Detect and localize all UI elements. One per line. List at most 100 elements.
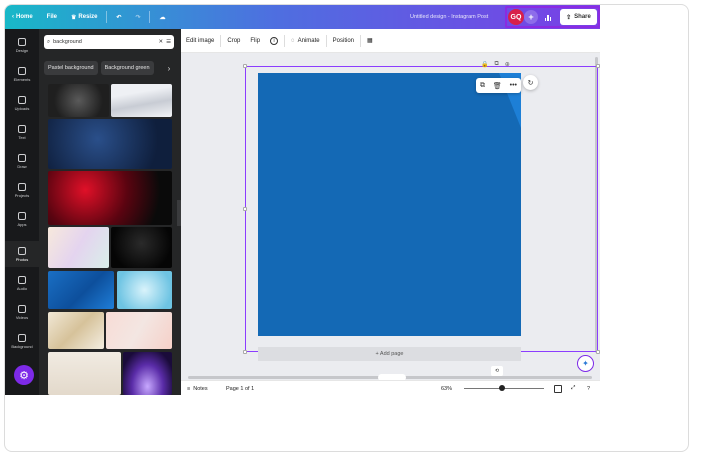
resize-button[interactable]: ♛ Resize [64, 5, 104, 29]
rail-item-photos[interactable]: Photos [5, 241, 39, 267]
chevron-right-icon[interactable]: › [163, 61, 175, 75]
resize-handle[interactable] [243, 350, 247, 354]
divider [149, 11, 151, 23]
photo-thumbnail[interactable] [111, 227, 172, 268]
filter-icon[interactable]: ☰ [166, 39, 171, 45]
position-button[interactable]: Position [328, 29, 359, 53]
photo-thumbnail[interactable] [111, 84, 172, 117]
divider [106, 11, 108, 23]
transparency-button[interactable]: ▦ [362, 29, 378, 53]
highlight-outline [505, 6, 600, 28]
home-button[interactable]: ‹ Home [5, 5, 40, 29]
comment-button[interactable]: ↻ [523, 75, 538, 90]
resize-handle[interactable] [596, 64, 600, 68]
photo-thumbnail[interactable] [48, 271, 114, 309]
clear-icon[interactable]: ✕ [158, 39, 163, 45]
divider [360, 34, 361, 47]
trash-icon[interactable]: 🗑 [493, 82, 502, 90]
rail-item-text[interactable]: Text [5, 119, 39, 145]
rotate-icon: ⟲ [494, 368, 500, 374]
notes-icon: ≡ [187, 385, 191, 392]
suggestion-chips: Pastel background Background green [44, 61, 154, 75]
animate-button[interactable]: ◌ Animate [286, 29, 325, 53]
help-button[interactable]: ? [587, 381, 590, 395]
undo-button[interactable]: ↶ [109, 5, 128, 29]
crop-button[interactable]: Crop [222, 29, 245, 53]
fullscreen-button[interactable]: ⤢ [571, 381, 575, 395]
magic-button[interactable]: ⚙ [14, 365, 34, 385]
divider [284, 34, 286, 47]
element-context-menu: ⧉ 🗑 ••• [476, 78, 521, 93]
animate-icon: ◌ [291, 37, 295, 44]
cloud-save-status[interactable]: ☁ [152, 5, 172, 29]
rotate-handle[interactable]: ⟲ [491, 366, 503, 376]
folder-icon [18, 182, 26, 191]
photo-thumbnail[interactable] [48, 84, 109, 117]
duplicate-page-icon[interactable]: ⧉ [494, 61, 498, 68]
text-icon [18, 124, 26, 133]
info-button[interactable]: i [265, 29, 283, 53]
help-icon: ? [587, 385, 591, 392]
design-icon [18, 37, 26, 46]
canva-editor: ‹ Home File ♛ Resize ↶ ↷ ☁ Untitled desi… [5, 5, 600, 395]
photo-thumbnail[interactable] [48, 227, 109, 268]
redo-icon: ↷ [135, 14, 141, 21]
photo-thumbnail[interactable] [48, 171, 172, 225]
rail-item-videos[interactable]: Videos [5, 299, 39, 325]
resize-handle[interactable] [243, 207, 247, 211]
more-icon[interactable]: ••• [510, 82, 517, 89]
add-page-icon[interactable]: ⊕ [505, 61, 510, 68]
zoom-slider-thumb[interactable] [499, 385, 505, 391]
rail-item-design[interactable]: Design [5, 32, 39, 58]
crown-icon: ♛ [71, 14, 77, 21]
page-view-button[interactable] [554, 381, 562, 395]
rail-item-apps[interactable]: Apps [5, 206, 39, 232]
photo-thumbnail[interactable] [48, 312, 104, 349]
draw-icon [18, 153, 26, 162]
photo-thumbnail[interactable] [117, 271, 172, 309]
undo-icon: ↶ [116, 14, 122, 21]
redo-button[interactable]: ↷ [128, 5, 147, 29]
left-rail: Design Elements Uploads Text Draw Projec… [5, 29, 39, 395]
cloud-check-icon: ☁ [159, 14, 166, 21]
chip-background-green[interactable]: Background green [100, 61, 154, 75]
elements-icon [18, 66, 26, 75]
upload-icon [18, 95, 26, 104]
design-title[interactable]: Untitled design - Instagram Post [410, 5, 488, 29]
audio-icon [18, 275, 26, 284]
page-indicator[interactable]: Page 1 of 1 [226, 381, 254, 395]
browser-frame: ‹ Home File ♛ Resize ↶ ↷ ☁ Untitled desi… [4, 4, 689, 452]
photo-thumbnail[interactable] [123, 352, 172, 395]
resize-handle[interactable] [596, 350, 600, 354]
divider [325, 34, 327, 47]
notes-button[interactable]: ≡ Notes [187, 381, 208, 395]
search-input[interactable]: background [53, 39, 155, 45]
photo-thumbnail[interactable] [48, 119, 172, 169]
rail-item-uploads[interactable]: Uploads [5, 90, 39, 116]
transparency-icon: ▦ [367, 38, 373, 44]
photo-thumbnail[interactable] [48, 352, 121, 395]
flip-button[interactable]: Flip [245, 29, 265, 53]
rail-item-background[interactable]: Background [5, 328, 39, 354]
rail-item-elements[interactable]: Elements [5, 61, 39, 87]
photo-thumbnail[interactable] [106, 312, 172, 349]
search-icon: ⌕ [47, 38, 51, 45]
video-icon [18, 304, 26, 313]
magic-assistant-button[interactable]: ✦ [577, 355, 594, 372]
chip-pastel-background[interactable]: Pastel background [44, 61, 98, 75]
copy-icon[interactable]: ⧉ [480, 82, 485, 90]
file-menu-button[interactable]: File [40, 5, 64, 29]
lock-icon[interactable]: 🔒 [481, 61, 488, 68]
resize-handle[interactable] [243, 64, 247, 68]
rail-item-draw[interactable]: Draw [5, 148, 39, 174]
divider [220, 34, 222, 47]
add-page-button[interactable]: + Add page [258, 347, 521, 361]
background-icon [18, 333, 26, 342]
rail-item-projects[interactable]: Projects [5, 177, 39, 203]
edit-image-button[interactable]: Edit image [181, 29, 219, 53]
zoom-level[interactable]: 63% [441, 381, 452, 395]
photos-icon [18, 246, 26, 255]
rail-item-audio[interactable]: Audio [5, 270, 39, 296]
search-box[interactable]: ⌕ background ✕ ☰ [44, 35, 174, 49]
comment-icon: ↻ [527, 79, 534, 87]
